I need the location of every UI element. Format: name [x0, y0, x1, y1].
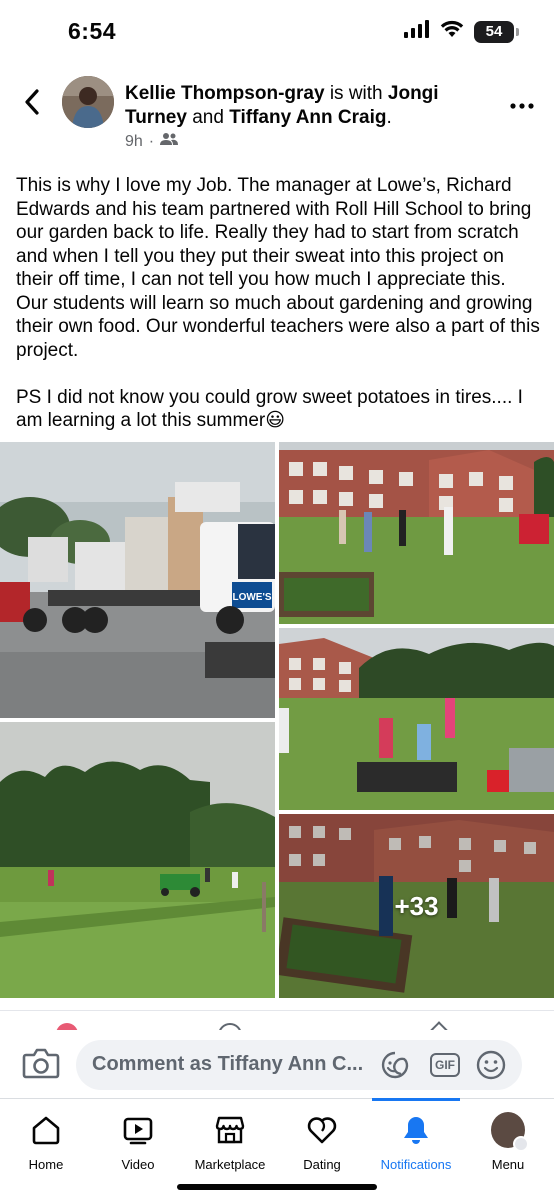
- post-header: Kellie Thompson-gray is with Jongi Turne…: [0, 70, 554, 160]
- nav-dating-label: Dating: [303, 1157, 341, 1172]
- gif-label: GIF: [430, 1053, 460, 1077]
- photo-school-garden-1[interactable]: [279, 442, 554, 624]
- menu-hamburger-icon: [513, 1136, 529, 1152]
- nav-menu-label: Menu: [491, 1157, 525, 1172]
- status-icons: 54: [404, 20, 519, 43]
- title-period: .: [386, 107, 392, 128]
- meta-separator: ·: [148, 132, 155, 150]
- back-button[interactable]: [16, 84, 48, 120]
- photo-lowes-truck[interactable]: LOWE'S: [0, 442, 275, 718]
- gif-button[interactable]: GIF: [428, 1049, 462, 1081]
- more-options-button[interactable]: [510, 90, 534, 110]
- comment-placeholder: Comment as Tiffany Ann C...: [92, 1053, 364, 1075]
- dating-icon: [305, 1113, 339, 1147]
- home-indicator: [177, 1184, 377, 1190]
- more-dots-icon: [510, 103, 534, 109]
- author-avatar[interactable]: [62, 76, 114, 128]
- bell-icon: [399, 1113, 433, 1147]
- post-time[interactable]: 9h: [125, 133, 143, 151]
- battery-icon: 54: [474, 20, 519, 43]
- truck-logo-text: LOWE'S: [232, 592, 271, 603]
- reaction-strip: [0, 1010, 554, 1032]
- nav-dating[interactable]: Dating: [276, 1099, 368, 1179]
- post-body: This is why I love my Job. The manager a…: [16, 175, 540, 431]
- home-icon: [29, 1113, 63, 1147]
- status-bar: 6:54 54: [0, 0, 554, 64]
- camera-icon: [22, 1048, 60, 1079]
- tagged-person-2[interactable]: Tiffany Ann Craig: [229, 107, 386, 128]
- camera-button[interactable]: [22, 1046, 60, 1082]
- nav-menu[interactable]: Menu: [462, 1099, 554, 1179]
- nav-notifications-label: Notifications: [380, 1157, 452, 1172]
- comment-bar: Comment as Tiffany Ann C... GIF: [0, 1030, 554, 1098]
- sticker-icon[interactable]: [378, 1049, 412, 1081]
- photo-school-garden-2[interactable]: [279, 628, 554, 810]
- bottom-nav: Home Video Marketplace Dating Notificati…: [0, 1098, 554, 1200]
- nav-notifications[interactable]: Notifications: [370, 1098, 462, 1179]
- photo-field-mower[interactable]: [0, 722, 275, 998]
- with-text: is with: [329, 83, 383, 104]
- photo-grid: LOWE'S +33: [0, 442, 554, 998]
- marketplace-icon: [213, 1113, 247, 1147]
- and-text: and: [192, 107, 224, 128]
- comment-input[interactable]: Comment as Tiffany Ann C... GIF: [76, 1040, 522, 1090]
- cellular-signal-icon: [404, 20, 430, 43]
- profile-avatar: [491, 1112, 529, 1152]
- nav-video-label: Video: [121, 1157, 155, 1172]
- more-photos-count[interactable]: +33: [279, 814, 554, 998]
- nav-home[interactable]: Home: [0, 1099, 92, 1179]
- post-title: Kellie Thompson-gray is with Jongi Turne…: [125, 82, 495, 130]
- nav-marketplace-label: Marketplace: [194, 1157, 266, 1172]
- nav-marketplace[interactable]: Marketplace: [184, 1099, 276, 1179]
- post-meta: 9h ·: [125, 132, 179, 151]
- status-time: 6:54: [68, 18, 117, 44]
- emoji-icon[interactable]: [474, 1049, 508, 1081]
- nav-home-label: Home: [28, 1157, 64, 1172]
- video-icon: [121, 1113, 155, 1147]
- nav-video[interactable]: Video: [92, 1099, 184, 1179]
- wifi-icon: [440, 20, 464, 43]
- chevron-left-icon: [25, 89, 39, 115]
- author-name[interactable]: Kellie Thompson-gray: [125, 83, 325, 104]
- friends-icon: [160, 132, 179, 151]
